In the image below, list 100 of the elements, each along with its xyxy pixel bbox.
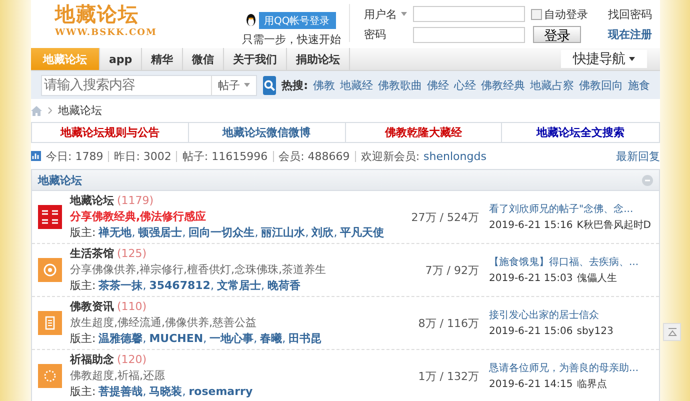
forum-stats: 8万 / 116万	[417, 316, 480, 330]
stat-text: 会员: 488669	[274, 150, 356, 162]
caret-icon	[244, 83, 250, 87]
list-separator: ,	[282, 332, 286, 346]
chevron-right-icon	[48, 107, 52, 114]
hot-search-link[interactable]: 佛教歌曲	[378, 78, 422, 92]
forum-count: (120)	[117, 353, 147, 367]
qq-login-button[interactable]: 用QQ帐号登录	[242, 12, 336, 29]
moderator-link[interactable]: 一地心事	[210, 332, 254, 346]
forum-description: 分享佛教经典,佛法修行感应	[70, 210, 208, 224]
moderator-link[interactable]: 春曦	[260, 332, 282, 346]
stat-text: 帖子: 11615996	[177, 150, 274, 162]
moderator-link[interactable]: 回向一切众生	[188, 226, 255, 240]
forum-stats: 1万 / 132万	[417, 368, 480, 384]
hot-search-link[interactable]: 地藏占察	[530, 78, 574, 92]
last-post-link[interactable]: 看了刘欣师兄的帖子"念佛、念...	[489, 202, 634, 216]
hot-search-link[interactable]: 佛教回向	[579, 78, 623, 92]
forum-stats: 27万 / 524万	[410, 210, 480, 224]
moderator-link[interactable]: MUCHEN	[149, 332, 204, 346]
list-separator: ,	[210, 279, 214, 293]
forum-title-link[interactable]: 地藏论坛	[70, 194, 114, 208]
last-post-user[interactable]: 临界点	[576, 378, 607, 390]
last-post-user[interactable]: K秋巴鲁风起时D	[576, 218, 652, 232]
moderator-link[interactable]: rosemarry	[188, 385, 253, 399]
moderator-link[interactable]: 田书昆	[288, 332, 322, 346]
username-field[interactable]	[413, 6, 525, 22]
moderators-label: 版主:	[70, 279, 96, 293]
forum-description: 分享佛像供养,禅宗修行,檀香供灯,念珠佛珠,茶道养生	[70, 263, 327, 277]
quick-link[interactable]: 地藏论坛微信微博	[188, 123, 346, 142]
moderator-link[interactable]: 茶茶一抹	[98, 279, 143, 293]
moderator-link[interactable]: 温雅德馨	[98, 332, 143, 346]
stat-text: 昨日: 3002	[109, 150, 178, 162]
forum-title-link[interactable]: 佛教资讯	[70, 300, 114, 314]
forum-group-title[interactable]: 地藏论坛	[38, 172, 82, 188]
list-separator: ,	[142, 385, 146, 399]
caret-icon[interactable]	[401, 12, 407, 16]
list-separator: ,	[132, 226, 136, 240]
last-post-link[interactable]: 【施食饿鬼】得口福、去疾病、...	[489, 256, 639, 268]
forum-count: (125)	[117, 247, 147, 261]
last-post-time: 2019-6-21 15:16	[489, 218, 573, 232]
nav-tab[interactable]: 关于我们	[224, 48, 288, 70]
auto-login-checkbox[interactable]: 自动登录	[531, 6, 588, 22]
password-field[interactable]	[413, 26, 525, 42]
moderator-link[interactable]: 刘欣	[312, 226, 334, 240]
site-url: WWW.BSKK.COM	[55, 28, 157, 38]
quick-link[interactable]: 佛教乾隆大藏经	[346, 123, 502, 142]
forum-logo-icon	[38, 205, 62, 229]
nav-tab[interactable]: app	[100, 48, 142, 70]
list-separator: ,	[254, 332, 258, 346]
username-label: 用户名	[364, 6, 397, 22]
hot-search-link[interactable]: 佛教经典	[481, 78, 525, 92]
last-post-link[interactable]: 接引发心出家的居士信众	[489, 308, 599, 322]
nav-tab[interactable]: 捐助论坛	[287, 48, 350, 70]
moderator-link[interactable]: 丽江山水	[261, 226, 306, 240]
last-post-time: 2019-6-21 15:03	[489, 272, 573, 284]
nav-tab[interactable]: 精华	[142, 48, 184, 70]
register-link[interactable]: 现在注册	[608, 27, 652, 42]
document-icon	[38, 311, 62, 335]
list-separator: ,	[334, 226, 338, 240]
collapse-icon[interactable]	[642, 174, 653, 186]
moderator-link[interactable]: 文常居士	[216, 279, 261, 293]
forum-title-link[interactable]: 祈福助念	[70, 353, 114, 367]
back-to-top-button[interactable]	[663, 323, 681, 341]
hot-search-link[interactable]: 佛教	[313, 78, 335, 92]
quick-link[interactable]: 地藏论坛规则与公告	[32, 123, 189, 142]
list-separator: ,	[182, 226, 186, 240]
last-post-link[interactable]: 恳请各位师兄，为善良的母亲助...	[489, 362, 639, 374]
checkbox[interactable]	[531, 8, 542, 20]
moderator-link[interactable]: 顿强居士	[138, 226, 182, 240]
hot-search-link[interactable]: 地藏经	[340, 78, 373, 92]
forum-description: 佛教超度,祈福,还愿	[70, 369, 166, 383]
new-member-link[interactable]: shenlongds	[424, 150, 486, 162]
list-separator: ,	[305, 226, 309, 240]
hot-search-link[interactable]: 佛经	[427, 78, 449, 92]
moderator-link[interactable]: 35467812	[149, 279, 210, 293]
moderators-label: 版主:	[70, 332, 96, 346]
moderator-link[interactable]: 晚荷香	[267, 279, 300, 293]
quick-nav-button[interactable]: 快捷导航	[561, 50, 647, 68]
forum-title-link[interactable]: 生活茶馆	[70, 247, 114, 261]
forgot-password-link[interactable]: 找回密码	[608, 6, 652, 22]
home-icon[interactable]	[31, 106, 42, 116]
moderators-label: 版主:	[70, 385, 96, 399]
latest-replies-link[interactable]: 最新回复	[616, 148, 660, 164]
hot-search-link[interactable]: 施食	[628, 78, 650, 92]
last-post-user[interactable]: 傀儡人生	[576, 272, 617, 284]
moderator-link[interactable]: 平凡天使	[340, 226, 384, 240]
last-post-user[interactable]: sby123	[576, 324, 614, 338]
breadcrumb-link[interactable]: 地藏论坛	[58, 103, 102, 118]
moderator-link[interactable]: 禅无地	[98, 226, 132, 240]
search-button[interactable]	[263, 76, 276, 94]
forum-stats: 7万 / 92万	[424, 262, 480, 278]
last-post-time: 2019-6-21 15:06	[489, 324, 573, 338]
moderator-link[interactable]: 马晓装	[149, 385, 182, 399]
nav-tab[interactable]: 微信	[183, 48, 224, 70]
qq-login-hint: 只需一步，快速开始	[242, 32, 341, 47]
search-field[interactable]: 请输入搜索内容 帖子	[41, 74, 257, 96]
hot-search-link[interactable]: 心经	[454, 78, 476, 92]
moderator-link[interactable]: 菩提善哉	[98, 385, 143, 399]
quick-link[interactable]: 地藏论坛全文搜索	[502, 123, 659, 142]
login-button[interactable]: 登录	[533, 26, 581, 43]
